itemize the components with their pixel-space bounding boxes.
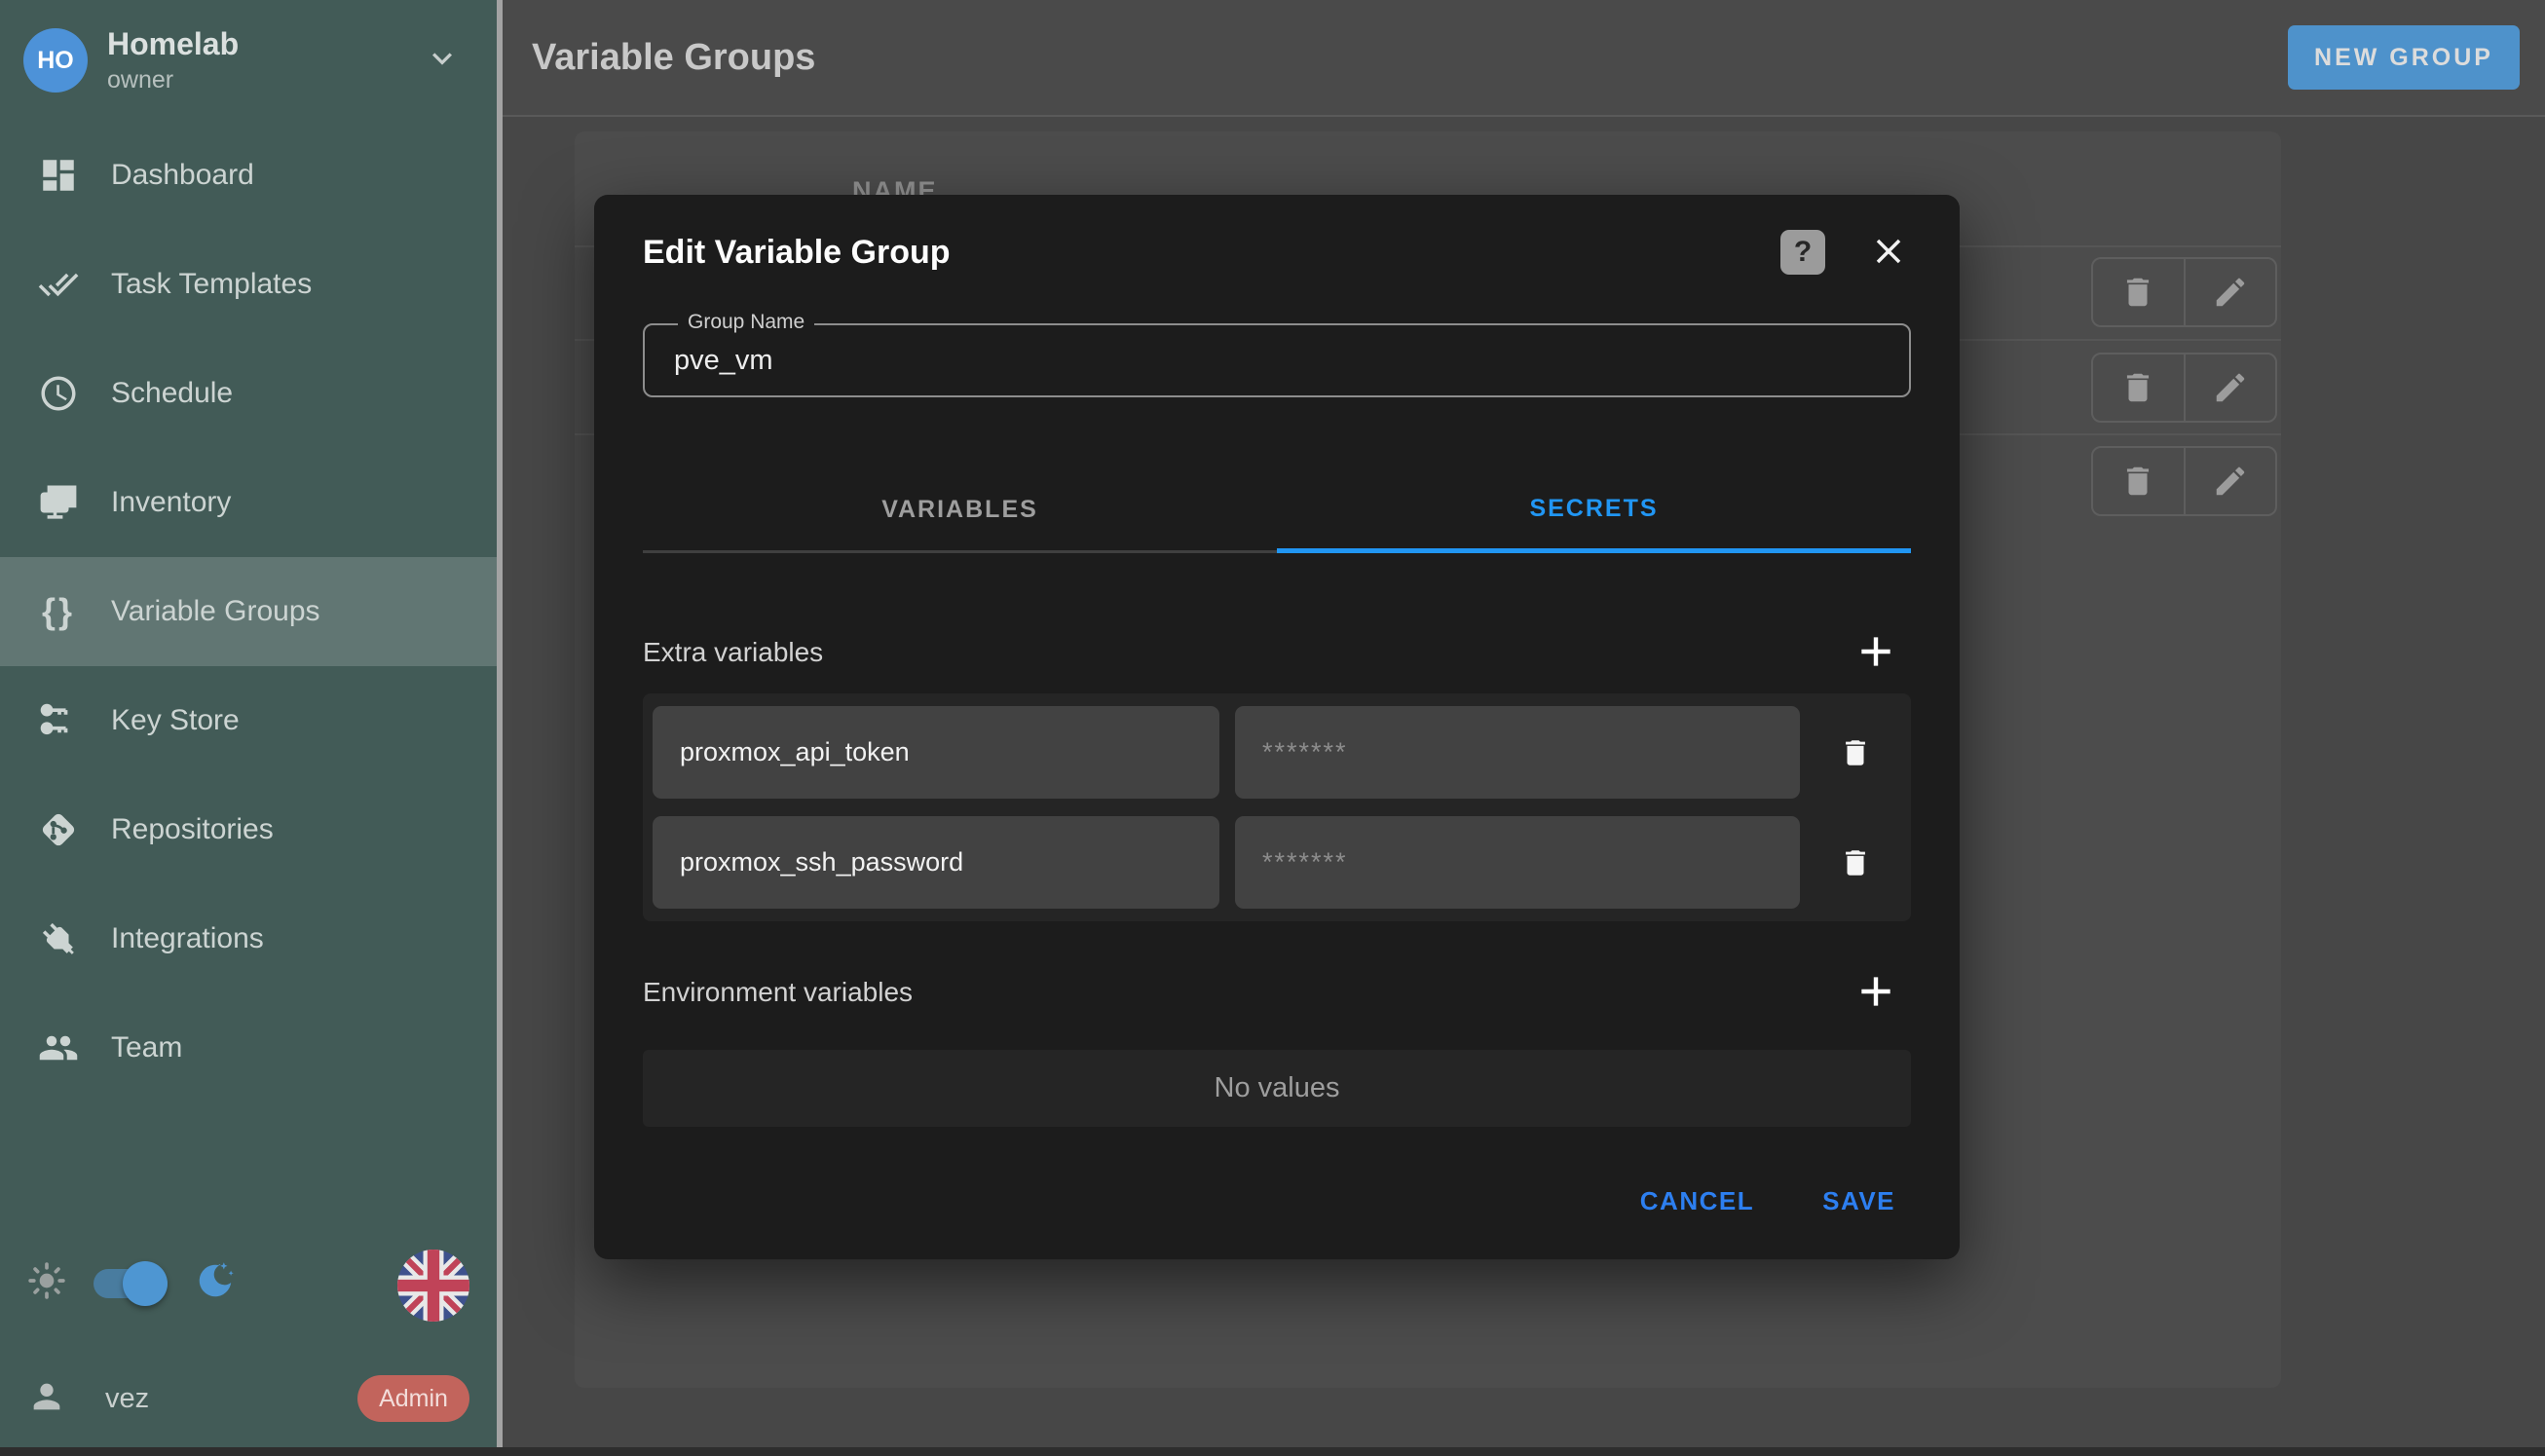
- team-avatar: HO: [23, 28, 88, 93]
- delete-group-button[interactable]: [2093, 259, 2184, 325]
- environment-variables-empty: No values: [643, 1050, 1911, 1127]
- sidebar-item-label: Integrations: [111, 922, 264, 955]
- keys-icon: [37, 699, 80, 742]
- sidebar-item-task-templates[interactable]: Task Templates: [0, 230, 497, 339]
- group-name-label: Group Name: [678, 311, 814, 334]
- sidebar: HO Homelab owner Dashboard Task Template…: [0, 0, 497, 1456]
- top-bar: Variable Groups NEW GROUP: [503, 0, 2545, 117]
- braces-icon: {}: [37, 590, 80, 633]
- secret-value-input[interactable]: [1235, 816, 1800, 909]
- sidebar-item-label: Task Templates: [111, 268, 312, 301]
- sidebar-item-schedule[interactable]: Schedule: [0, 339, 497, 448]
- chevron-down-icon: [423, 39, 462, 83]
- sun-icon: [25, 1259, 68, 1307]
- close-icon: [1868, 231, 1909, 272]
- double-check-icon: [37, 263, 80, 306]
- save-button[interactable]: SAVE: [1822, 1186, 1895, 1216]
- close-button[interactable]: [1866, 230, 1911, 275]
- plus-icon: [1854, 630, 1897, 673]
- sidebar-item-key-store[interactable]: Key Store: [0, 666, 497, 775]
- horizontal-scrollbar[interactable]: [0, 1447, 2545, 1456]
- page-title: Variable Groups: [532, 37, 2288, 79]
- sidebar-item-label: Dashboard: [111, 159, 254, 192]
- new-group-button[interactable]: NEW GROUP: [2288, 25, 2520, 90]
- help-button[interactable]: ?: [1780, 230, 1825, 275]
- pencil-icon: [2212, 463, 2249, 500]
- trash-icon: [2119, 274, 2156, 311]
- theme-switcher: [25, 1258, 238, 1308]
- trash-icon: [2119, 369, 2156, 406]
- edit-group-button[interactable]: [2184, 259, 2276, 325]
- trash-icon: [1839, 736, 1872, 769]
- sidebar-item-label: Team: [111, 1031, 182, 1064]
- sidebar-item-variable-groups[interactable]: {} Variable Groups: [0, 557, 497, 666]
- sidebar-item-team[interactable]: Team: [0, 993, 497, 1102]
- table-row-actions: [2091, 353, 2277, 423]
- sidebar-item-repositories[interactable]: Repositories: [0, 775, 497, 884]
- edit-group-button[interactable]: [2184, 355, 2276, 421]
- sidebar-item-label: Variable Groups: [111, 595, 320, 628]
- sidebar-item-integrations[interactable]: Integrations: [0, 884, 497, 993]
- monitor-icon: [37, 481, 80, 524]
- extra-variables-label: Extra variables: [643, 637, 1853, 668]
- sidebar-item-label: Schedule: [111, 377, 233, 410]
- group-name-field: Group Name: [643, 323, 1911, 397]
- sidebar-item-label: Key Store: [111, 704, 240, 737]
- delete-secret-button[interactable]: [1800, 846, 1911, 879]
- team-switcher[interactable]: HO Homelab owner: [0, 0, 497, 121]
- sidebar-item-dashboard[interactable]: Dashboard: [0, 121, 497, 230]
- environment-variables-label: Environment variables: [643, 977, 1853, 1008]
- dialog-actions: CANCEL SAVE: [643, 1179, 1911, 1222]
- add-extra-variable-button[interactable]: [1853, 629, 1899, 676]
- group-name-input[interactable]: [645, 325, 1909, 395]
- delete-secret-button[interactable]: [1800, 736, 1911, 769]
- git-icon: [37, 808, 80, 851]
- delete-group-button[interactable]: [2093, 355, 2184, 421]
- secret-row: [653, 816, 1911, 909]
- secrets-rows: [643, 693, 1911, 921]
- pencil-icon: [2212, 274, 2249, 311]
- secret-name-input[interactable]: [653, 706, 1219, 799]
- dialog-title: Edit Variable Group: [643, 234, 1780, 272]
- plug-icon: [37, 917, 80, 960]
- people-icon: [37, 1027, 80, 1069]
- trash-icon: [1839, 846, 1872, 879]
- dark-mode-toggle[interactable]: [94, 1269, 168, 1298]
- clock-icon: [37, 372, 80, 415]
- dashboard-icon: [37, 154, 80, 197]
- team-role: owner: [107, 66, 423, 94]
- environment-variables-section: Environment variables: [643, 977, 1911, 1008]
- edit-variable-group-dialog: Edit Variable Group ? Group Name VARIABL…: [594, 195, 1960, 1259]
- vertical-scrollbar[interactable]: [497, 0, 503, 1456]
- app-screen: HO Homelab owner Dashboard Task Template…: [0, 0, 2545, 1456]
- sidebar-nav: Dashboard Task Templates Schedule: [0, 121, 497, 1102]
- secret-value-input[interactable]: [1235, 706, 1800, 799]
- sidebar-item-label: Repositories: [111, 813, 274, 846]
- tab-variables[interactable]: VARIABLES: [643, 469, 1277, 553]
- admin-badge: Admin: [357, 1375, 469, 1422]
- sidebar-item-label: Inventory: [111, 486, 231, 519]
- team-name: Homelab: [107, 26, 423, 62]
- user-name: vez: [105, 1383, 357, 1415]
- add-environment-variable-button[interactable]: [1853, 969, 1899, 1016]
- user-icon: [27, 1377, 66, 1421]
- user-row[interactable]: vez Admin: [27, 1375, 469, 1422]
- extra-variables-section: Extra variables: [643, 637, 1911, 668]
- table-row-actions: [2091, 257, 2277, 327]
- secret-name-input[interactable]: [653, 816, 1219, 909]
- uk-flag-language-button[interactable]: [397, 1250, 469, 1322]
- pencil-icon: [2212, 369, 2249, 406]
- trash-icon: [2119, 463, 2156, 500]
- secret-row: [653, 706, 1911, 799]
- delete-group-button[interactable]: [2093, 448, 2184, 514]
- dialog-tabs: VARIABLES SECRETS: [643, 469, 1911, 553]
- moon-icon: [193, 1258, 238, 1308]
- table-row-actions: [2091, 446, 2277, 516]
- cancel-button[interactable]: CANCEL: [1640, 1186, 1754, 1216]
- tab-secrets[interactable]: SECRETS: [1277, 469, 1911, 553]
- plus-icon: [1854, 970, 1897, 1013]
- edit-group-button[interactable]: [2184, 448, 2276, 514]
- sidebar-item-inventory[interactable]: Inventory: [0, 448, 497, 557]
